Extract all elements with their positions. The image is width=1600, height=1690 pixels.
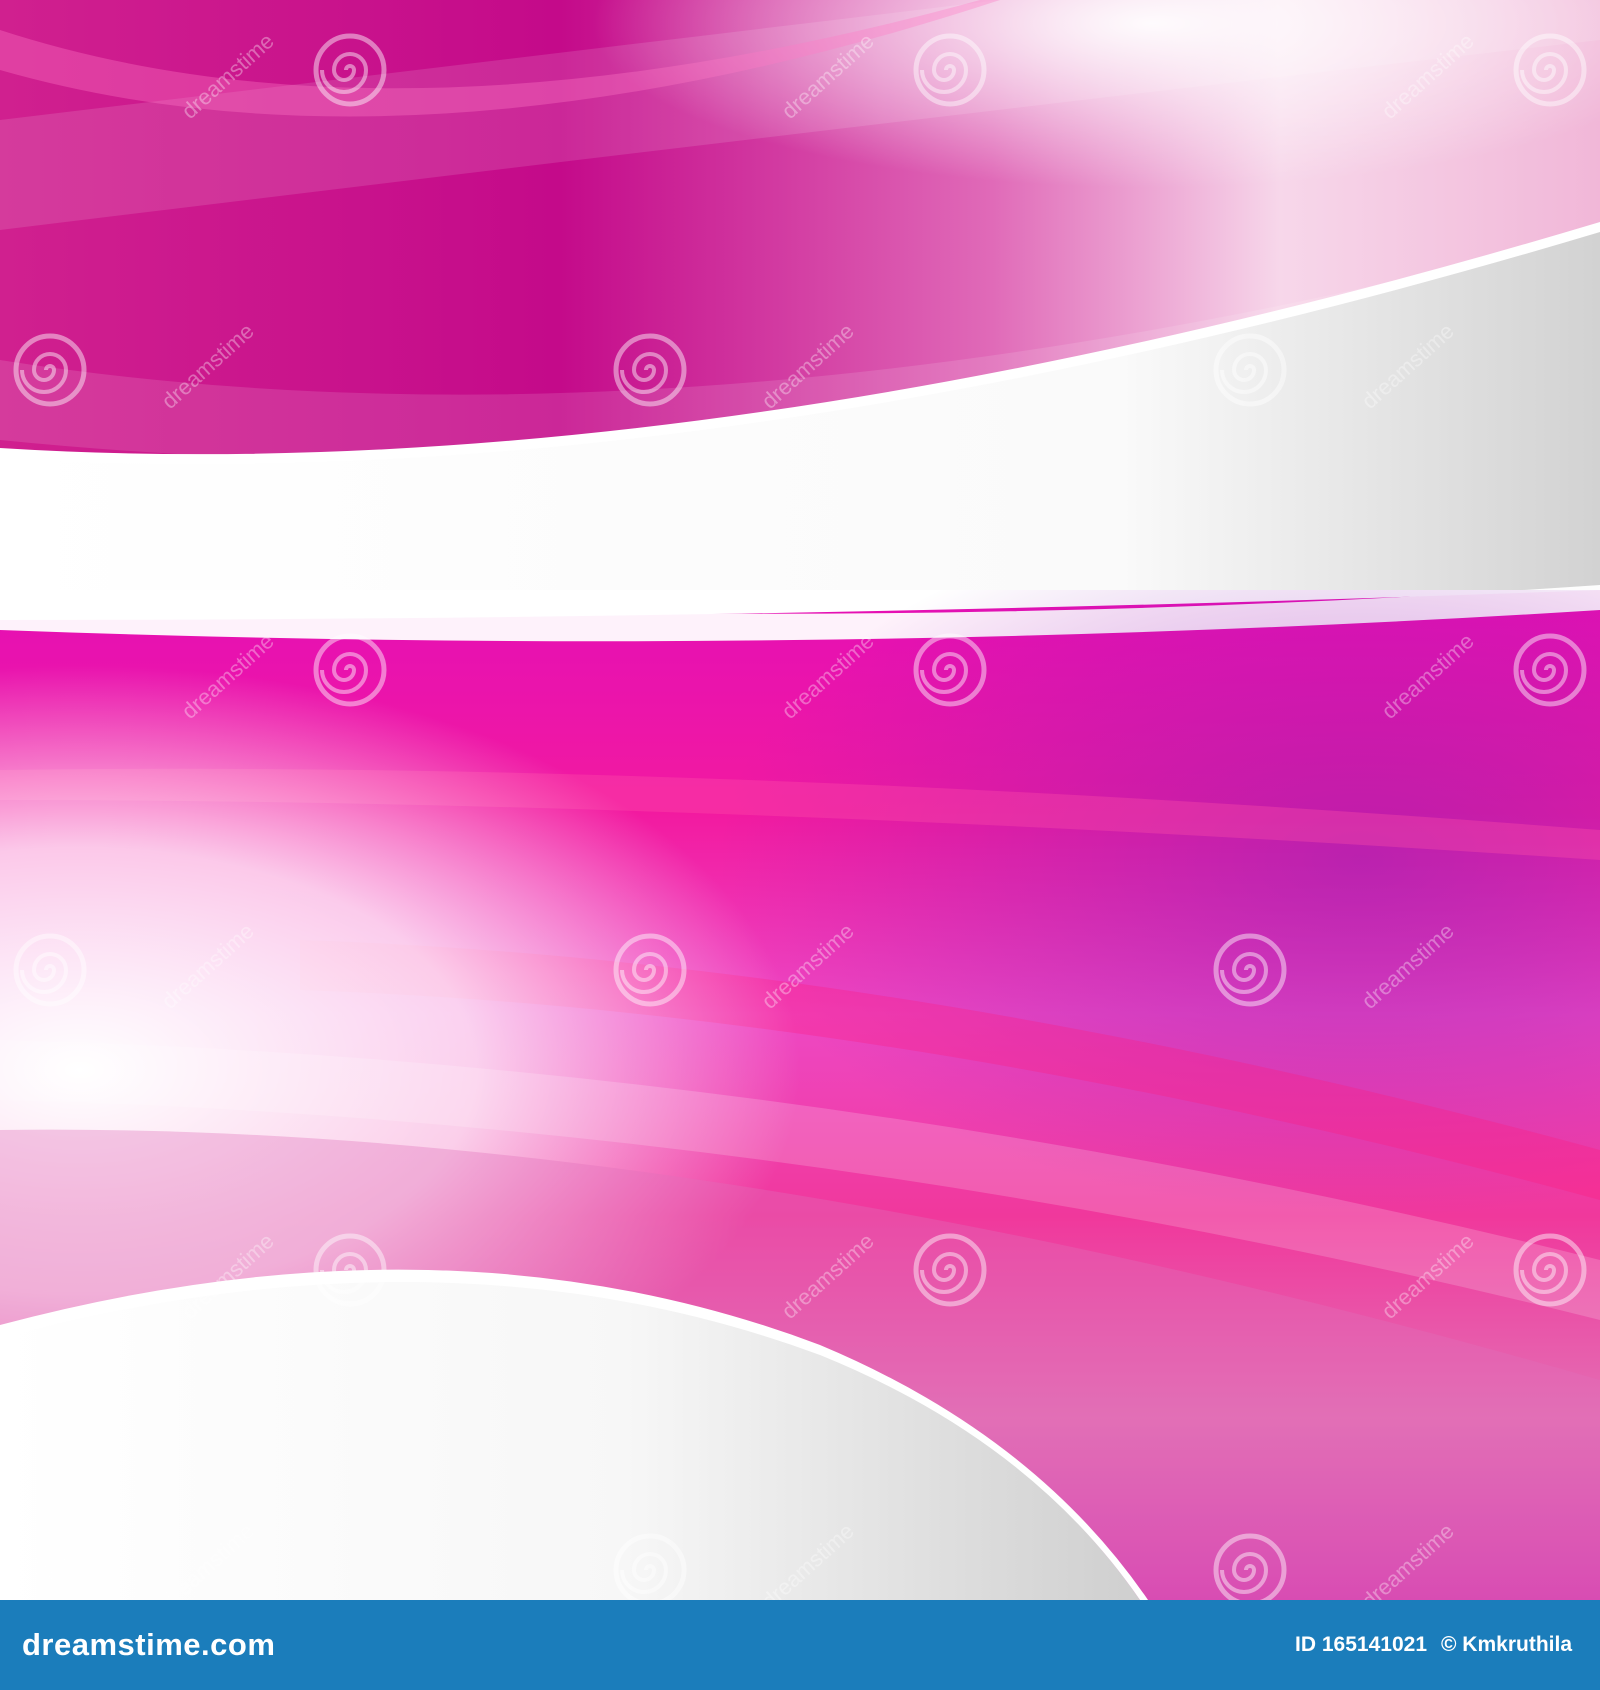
image-id: ID 165141021	[1295, 1633, 1427, 1656]
footer-brand[interactable]: dreamstime.com	[22, 1627, 275, 1663]
footer-bar: dreamstime.com ID 165141021 © Kmkruthila	[0, 1600, 1600, 1690]
stock-image: dreamstime dreamstime dreamstime dreamstime…	[0, 0, 1600, 1690]
copyright-author: © Kmkruthila	[1441, 1633, 1572, 1656]
footer-meta: ID 165141021 © Kmkruthila	[1295, 1633, 1572, 1657]
abstract-wave-artwork	[0, 0, 1600, 1600]
footer-brand-text: dreamstime.com	[22, 1627, 276, 1662]
